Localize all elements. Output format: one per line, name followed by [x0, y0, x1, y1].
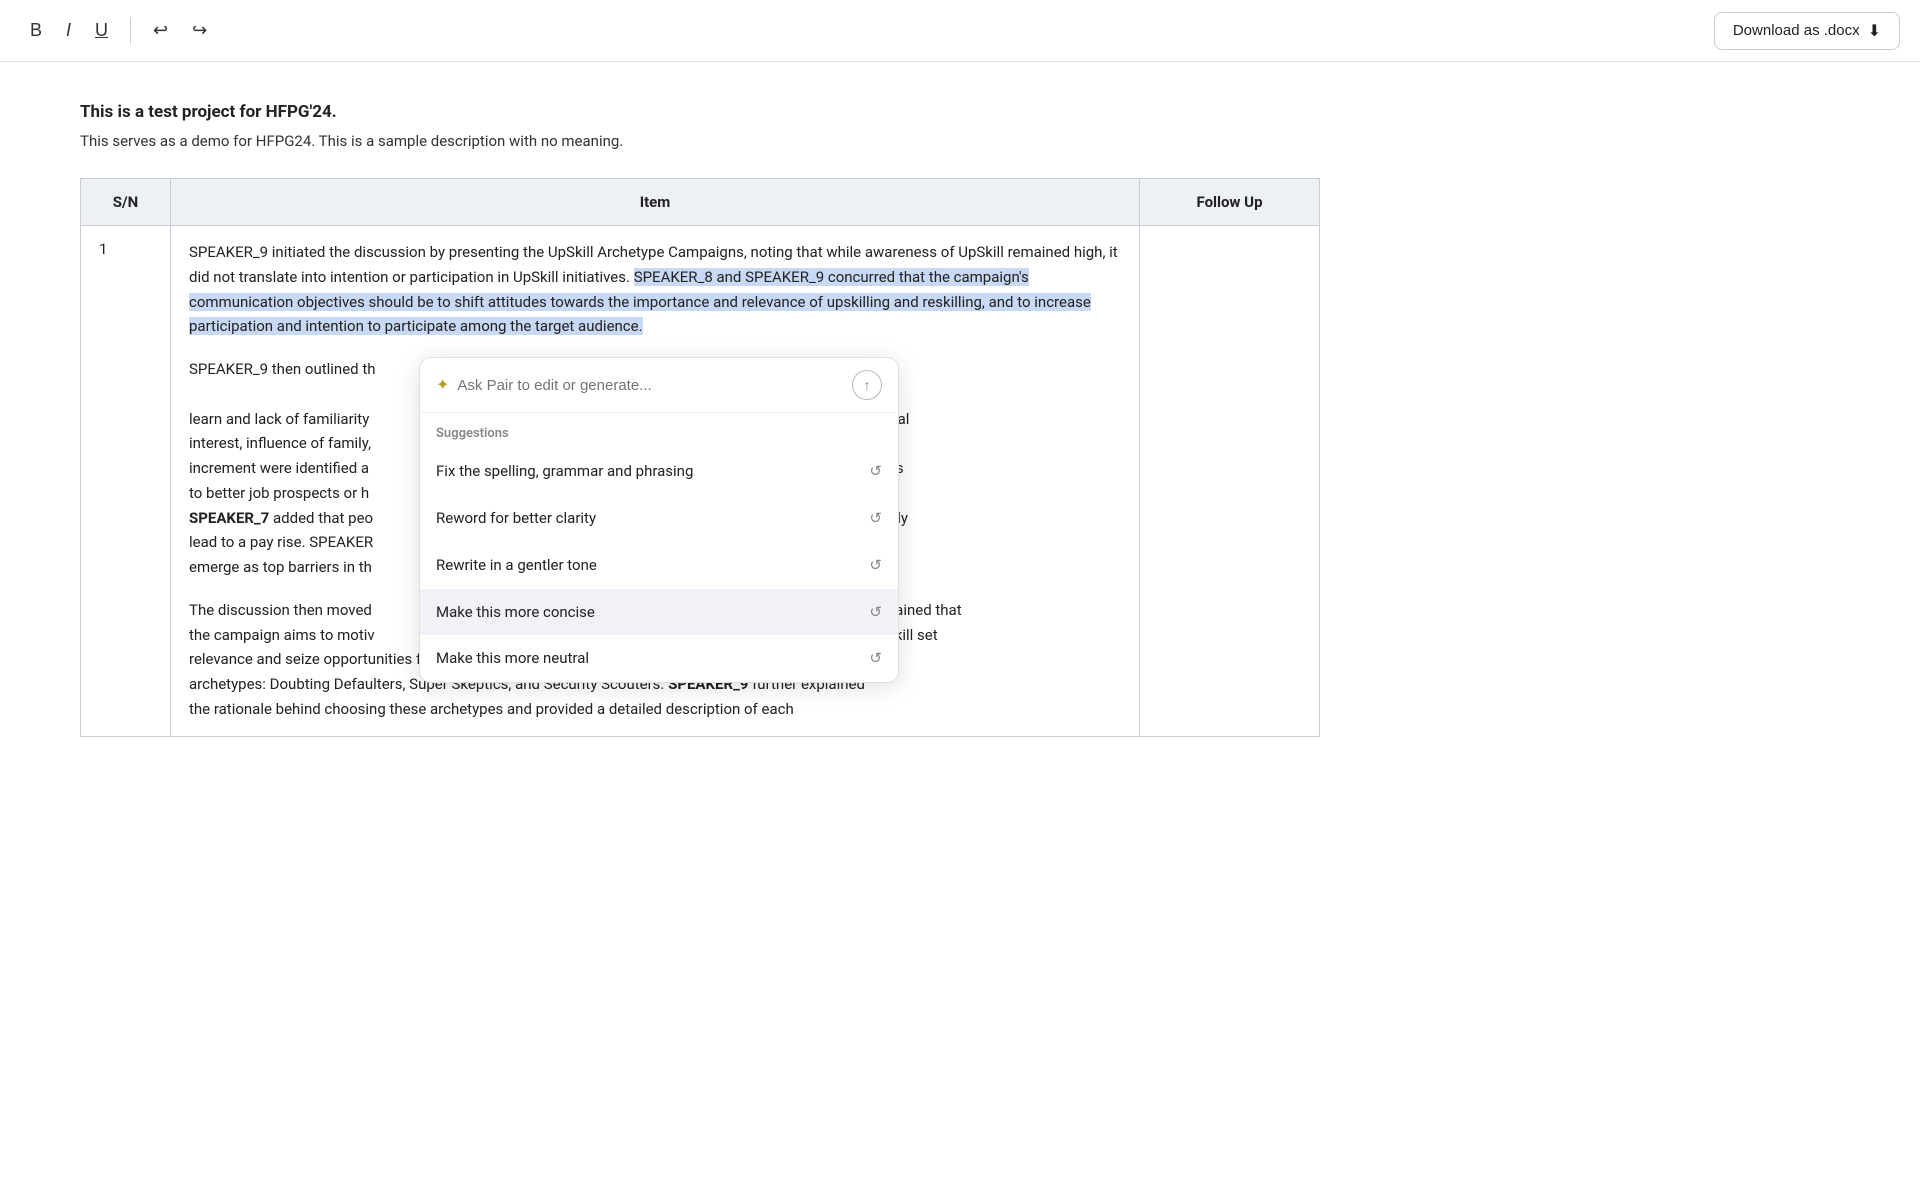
undo-button[interactable]: ↩ — [143, 14, 178, 47]
suggestion-icon: ↺ — [869, 600, 882, 625]
toolbar-divider — [130, 17, 131, 45]
download-button[interactable]: Download as .docx ⬇ — [1714, 12, 1900, 50]
suggestion-icon: ↺ — [869, 553, 882, 578]
suggestion-label: Make this more concise — [436, 600, 595, 625]
ai-send-button[interactable]: ↑ — [852, 370, 882, 400]
redo-button[interactable]: ↪ — [182, 14, 217, 47]
main-table: S/N Item Follow Up 1 SPEAKER_9 initiated… — [80, 178, 1320, 737]
suggestion-gentler-tone[interactable]: Rewrite in a gentler tone ↺ — [420, 542, 898, 589]
table-header: S/N Item Follow Up — [81, 179, 1320, 226]
suggestion-reword[interactable]: Reword for better clarity ↺ — [420, 495, 898, 542]
toolbar: B I U ↩ ↪ Download as .docx ⬇ — [0, 0, 1920, 62]
ai-spark-icon: ✦ — [436, 372, 449, 398]
header-sn: S/N — [81, 179, 171, 226]
suggestion-label: Reword for better clarity — [436, 506, 596, 531]
suggestion-more-neutral[interactable]: Make this more neutral ↺ — [420, 635, 898, 682]
table-row: 1 SPEAKER_9 initiated the discussion by … — [81, 226, 1320, 737]
row-item: SPEAKER_9 initiated the discussion by pr… — [171, 226, 1140, 737]
italic-button[interactable]: I — [56, 14, 81, 47]
suggestion-more-concise[interactable]: Make this more concise ↺ — [420, 589, 898, 636]
suggestion-fix-spelling[interactable]: Fix the spelling, grammar and phrasing ↺ — [420, 448, 898, 495]
toolbar-formatting: B I U ↩ ↪ — [20, 14, 217, 47]
document-content: This is a test project for HFPG'24. This… — [0, 62, 1400, 777]
suggestion-label: Rewrite in a gentler tone — [436, 553, 597, 578]
send-icon: ↑ — [864, 377, 871, 393]
ai-input-row: ✦ ↑ — [420, 358, 898, 413]
bold-button[interactable]: B — [20, 14, 52, 47]
suggestion-icon: ↺ — [869, 459, 882, 484]
header-item: Item — [171, 179, 1140, 226]
suggestions-label: Suggestions — [420, 413, 898, 448]
suggestion-label: Fix the spelling, grammar and phrasing — [436, 459, 693, 484]
toolbar-actions: Download as .docx ⬇ — [1714, 12, 1900, 50]
download-label: Download as .docx — [1733, 22, 1860, 39]
row-followup — [1140, 226, 1320, 737]
paragraph-1: SPEAKER_9 initiated the discussion by pr… — [189, 240, 1121, 339]
document-description: This serves as a demo for HFPG24. This i… — [80, 132, 1320, 150]
header-followup: Follow Up — [1140, 179, 1320, 226]
document-title: This is a test project for HFPG'24. — [80, 102, 1320, 122]
suggestion-icon: ↺ — [869, 506, 882, 531]
download-icon: ⬇ — [1868, 21, 1881, 41]
underline-button[interactable]: U — [85, 14, 118, 47]
suggestion-label: Make this more neutral — [436, 646, 589, 671]
ai-popup: ✦ ↑ Suggestions Fix the spelling, gramma… — [419, 357, 899, 683]
table-body: 1 SPEAKER_9 initiated the discussion by … — [81, 226, 1320, 737]
ai-prompt-input[interactable] — [457, 377, 844, 394]
suggestion-icon: ↺ — [869, 646, 882, 671]
paragraph-2-wrapper: SPEAKER_9 then outlined the barriers to … — [189, 357, 1121, 580]
row-sn: 1 — [81, 226, 171, 737]
